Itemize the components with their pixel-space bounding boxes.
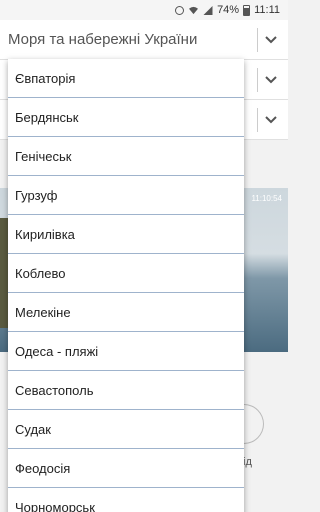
option-label: Гурзуф <box>15 187 58 203</box>
select-separator <box>257 108 258 132</box>
chevron-down-icon <box>265 76 277 84</box>
option-label: Мелекіне <box>15 304 71 320</box>
dropdown-option[interactable]: Коблево <box>8 254 244 293</box>
sea-category-select[interactable]: Моря та набережні України <box>0 20 288 60</box>
option-label: Євпаторія <box>15 70 76 86</box>
dropdown-option[interactable]: Кирилівка <box>8 215 244 254</box>
option-label: Бердянськ <box>15 109 79 125</box>
dropdown-option[interactable]: Феодосія <box>8 449 244 488</box>
dropdown-option[interactable]: Одеса - пляжі <box>8 332 244 371</box>
battery-icon <box>243 4 251 16</box>
dropdown-option[interactable]: Євпаторія <box>8 59 244 98</box>
option-label: Севастополь <box>15 382 94 398</box>
chevron-down-icon <box>265 116 277 124</box>
option-label: Одеса - пляжі <box>15 343 99 359</box>
dropdown-option[interactable]: Севастополь <box>8 371 244 410</box>
dropdown-option[interactable]: Судак <box>8 410 244 449</box>
option-label: Феодосія <box>15 460 71 476</box>
clock: 11:11 <box>254 4 280 16</box>
status-bar: 74% 11:11 <box>0 0 288 20</box>
chevron-down-icon <box>265 36 277 44</box>
select-label: Моря та набережні України <box>8 31 198 48</box>
photo-timestamp: 11:10:54 <box>251 194 282 203</box>
select-separator <box>257 68 258 92</box>
option-label: Кирилівка <box>15 226 75 242</box>
select-separator <box>257 28 258 52</box>
dropdown-option[interactable]: Бердянськ <box>8 98 244 137</box>
dropdown-option[interactable]: Гурзуф <box>8 176 244 215</box>
option-label: Чорноморськ <box>15 499 95 512</box>
dropdown-option[interactable]: Генічеськ <box>8 137 244 176</box>
option-label: Коблево <box>15 265 66 281</box>
battery-percent: 74% <box>217 4 240 16</box>
signal-icon <box>203 5 213 15</box>
option-label: Судак <box>15 421 51 437</box>
dropdown-option[interactable]: Чорноморськ <box>8 488 244 512</box>
wifi-icon <box>189 6 199 14</box>
option-label: Генічеськ <box>15 148 72 164</box>
city-dropdown-list: Євпаторія Бердянськ Генічеськ Гурзуф Кир… <box>8 59 244 512</box>
alarm-icon <box>175 5 185 15</box>
dropdown-option[interactable]: Мелекіне <box>8 293 244 332</box>
partial-label: ід <box>243 456 252 468</box>
